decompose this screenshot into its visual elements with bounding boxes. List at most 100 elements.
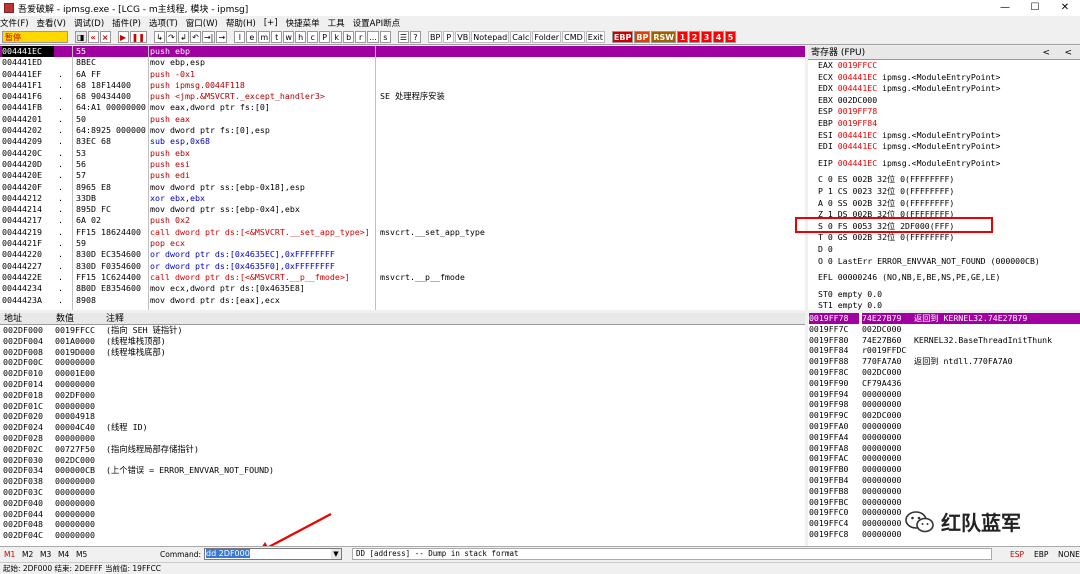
disasm-row[interactable]: 00444217. 6A 02 push 0x2 [0,215,805,226]
menu-item[interactable]: 调试(D) [74,17,104,29]
stack-row[interactable]: 0019FF80 74E27B60 KERNEL32.BaseThreadInitT… [808,335,1080,346]
stack-row[interactable]: 0019FFBC 00000000 [808,497,1080,508]
dump-row[interactable]: 002DF030 002DC000 [0,455,805,466]
dump-panel[interactable]: 地址 数值 注释 002DF000 0019FFCC (指向 SEH 链指针) 002… [0,313,805,546]
memory-tab[interactable]: M5 [76,550,87,559]
plugin-shortcut-button[interactable]: VB [455,31,471,43]
stack-row[interactable]: 0019FF78 74E27B79 返回到 KERNEL32.74E27B79 [808,313,1080,324]
dump-row[interactable]: 002DF048 00000000 [0,519,805,530]
disasm-row[interactable]: 0044423A. 8908 mov dword ptr ds:[eax],ecx [0,295,805,306]
disasm-row[interactable]: 004441ED 8BEC mov ebp,esp [0,57,805,68]
disasm-row[interactable]: 0044420D. 56 push esi [0,159,805,170]
dump-row[interactable]: 002DF018 002DF000 [0,390,805,401]
window-shortcut-button[interactable]: c [307,31,319,43]
disasm-row[interactable]: 00444209. 83EC 68 sub esp,0x68 [0,136,805,147]
stack-follow-option[interactable]: ESP [1010,550,1024,559]
disasm-row[interactable]: 00444219. FF15 18624400 call dword ptr ds:… [0,227,805,238]
command-input[interactable]: dd 2DF000 ▼ [204,548,342,560]
minimize-button[interactable]: — [990,0,1020,16]
dump-row[interactable]: 002DF00C 00000000 [0,357,805,368]
register-row[interactable]: T 0 GS 002B 32位 0(FFFFFFFF) [808,232,1080,244]
window-shortcut-button[interactable]: h [295,31,307,43]
disassembly-panel[interactable]: 004441EC 55 push ebp 004441ED 8BEC mov ebp,es… [0,46,805,310]
disasm-row[interactable]: 00444201. 50 push eax [0,114,805,125]
disasm-row[interactable]: 0044420C. 53 push ebx [0,148,805,159]
window-shortcut-button[interactable]: ... [367,31,379,43]
register-row[interactable]: D 0 [808,244,1080,256]
ebp-icon[interactable]: EBP [611,31,634,43]
register-row[interactable]: ST0 empty 0.0 [808,289,1080,301]
menu-item[interactable]: 工具 [328,17,345,29]
goto-icon[interactable]: → [216,31,228,43]
stack-row[interactable]: 0019FF84 r0019FFDC [808,345,1080,356]
register-row[interactable]: C 0 ES 002B 32位 0(FFFFFFFF) [808,174,1080,186]
menu-item[interactable]: 查看(V) [37,17,66,29]
register-row[interactable]: Z 1 DS 002B 32位 0(FFFFFFFF) [808,209,1080,221]
stack-row[interactable]: 0019FFA4 00000000 [808,432,1080,443]
disasm-row[interactable]: 004441FB. 64:A1 00000000 mov eax,dword ptr… [0,102,805,113]
disasm-row[interactable]: 004441F6. 68 90434400 push <jmp.&MSVCRT._e… [0,91,805,102]
stack-row[interactable]: 0019FFA8 00000000 [808,443,1080,454]
stack-row[interactable]: 0019FFB4 00000000 [808,475,1080,486]
plugin-shortcut-button[interactable]: CMD [562,31,585,43]
number-shortcut-button[interactable]: 5 [725,31,737,43]
dump-row[interactable]: 002DF008 0019D000 (线程堆栈底部) [0,347,805,358]
menu-item[interactable]: 插件(P) [112,17,141,29]
menu-item[interactable]: 帮助(H) [226,17,256,29]
dropdown-arrow-icon[interactable]: ▼ [331,549,341,559]
register-row[interactable]: P 1 CS 0023 32位 0(FFFFFFFF) [808,186,1080,198]
register-row[interactable]: EFL 00000246 (NO,NB,E,BE,NS,PE,GE,LE) [808,272,1080,284]
dump-row[interactable]: 002DF020 00004918 [0,411,805,422]
disasm-row[interactable]: 004441EC 55 push ebp [0,46,805,58]
window-shortcut-button[interactable]: b [343,31,355,43]
register-row[interactable]: EBX 002DC000 [808,95,1080,107]
disasm-row[interactable]: 0044422E. FF15 1C624400 call dword ptr ds:… [0,272,805,283]
open-icon[interactable]: ◨ [75,31,87,43]
stack-row[interactable]: 0019FF94 00000000 [808,389,1080,400]
collapse-right-icon[interactable]: < [1064,46,1072,60]
register-row[interactable]: A 0 SS 002B 32位 0(FFFFFFFF) [808,198,1080,210]
stack-follow-option[interactable]: NONE [1058,550,1080,559]
disasm-row[interactable]: 00444212. 33DB xor ebx,ebx [0,193,805,204]
dump-row[interactable]: 002DF000 0019FFCC (指向 SEH 链指针) [0,325,805,336]
window-shortcut-button[interactable]: k [331,31,343,43]
dump-row[interactable]: 002DF038 00000000 [0,476,805,487]
register-row[interactable]: O 0 LastErr ERROR_ENVVAR_NOT_FOUND (0000… [808,256,1080,268]
help-icon[interactable]: ? [409,31,421,43]
dump-row[interactable]: 002DF024 00004C40 (线程 ID) [0,422,805,433]
list-icon[interactable]: ☰ [397,31,409,43]
disasm-row[interactable]: 0044420F. 8965 E8 mov dword ptr ss:[ebp-0x… [0,182,805,193]
execute-till-return-icon[interactable]: →| [201,31,216,43]
disasm-row[interactable]: 00444214. 895D FC mov dword ptr ss:[ebp-0x… [0,204,805,215]
stack-row[interactable]: 0019FF7C 002DC000 [808,324,1080,335]
window-shortcut-button[interactable]: r [355,31,367,43]
stack-row[interactable]: 0019FF9C 002DC000 [808,410,1080,421]
dump-row[interactable]: 002DF040 00000000 [0,498,805,509]
pause-icon[interactable]: ❚❚ [129,31,147,43]
disasm-row[interactable]: 004441EF. 6A FF push -0x1 [0,69,805,80]
disasm-row[interactable]: 00444220. 830D EC354600 FF or dword ptr ds… [0,249,805,260]
maximize-button[interactable]: ☐ [1020,0,1050,16]
disasm-row[interactable]: 00444202. 64:8925 00000000 mov dword ptr f… [0,125,805,136]
plugin-shortcut-button[interactable]: Notepad [471,31,510,43]
trace-into-icon[interactable]: ↲ [177,31,189,43]
register-row[interactable]: ESP 0019FF78 [808,106,1080,118]
memory-tab[interactable]: M2 [22,550,33,559]
number-shortcut-button[interactable]: 2 [689,31,701,43]
register-row[interactable]: EAX 0019FFCC [808,60,1080,72]
number-shortcut-button[interactable]: 4 [713,31,725,43]
menu-item[interactable]: 设置API断点 [353,17,400,29]
window-shortcut-button[interactable]: m [258,31,271,43]
register-row[interactable]: ECX 004441EC ipmsg.<ModuleEntryPoint> [808,72,1080,84]
memory-tab[interactable]: M1 [4,550,15,559]
run-icon[interactable]: ▶ [117,31,129,43]
plugin-shortcut-button[interactable]: Folder [532,31,562,43]
dump-row[interactable]: 002DF01C 00000000 [0,401,805,412]
register-row[interactable]: ST1 empty 0.0 [808,300,1080,310]
bp-icon[interactable]: BP [634,31,651,43]
register-row[interactable]: EDI 004441EC ipmsg.<ModuleEntryPoint> [808,141,1080,153]
menu-item[interactable]: [+] [264,18,278,28]
menu-item[interactable]: 快捷菜单 [286,17,320,29]
menu-item[interactable]: 文件(F) [0,17,29,29]
restart-icon[interactable]: « [87,31,99,43]
